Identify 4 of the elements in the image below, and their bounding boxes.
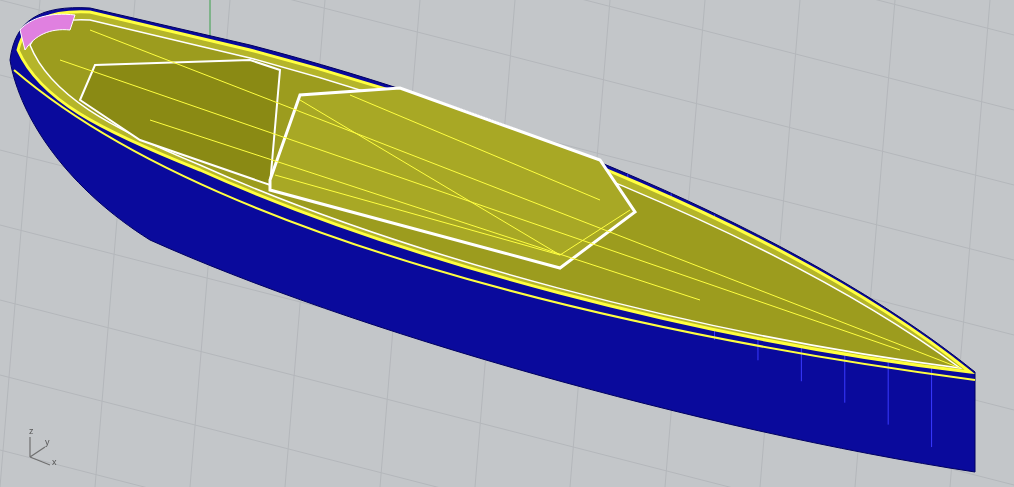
axis-label: y — [45, 438, 50, 447]
axis-gizmo-icon — [29, 436, 51, 466]
axis-label: z — [29, 427, 34, 436]
axis-label: x — [52, 458, 57, 467]
